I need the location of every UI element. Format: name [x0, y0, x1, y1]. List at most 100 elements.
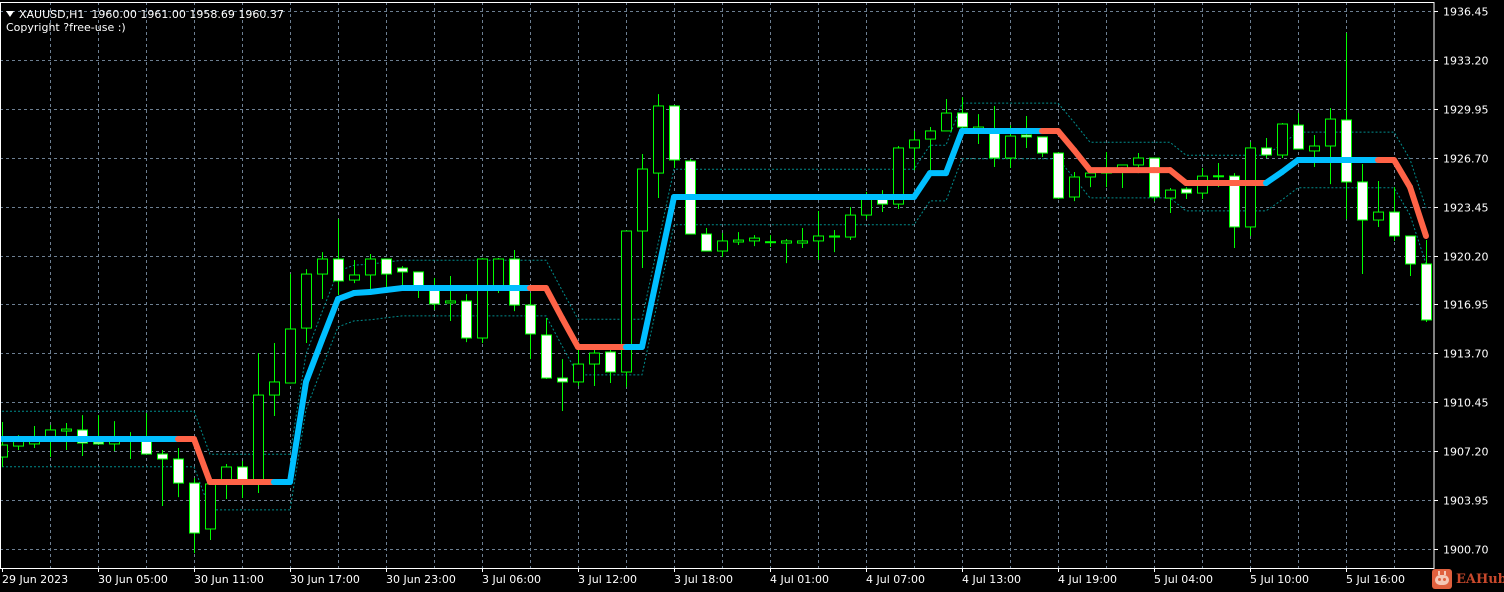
candle-body: [1421, 263, 1432, 321]
price-axis[interactable]: 1936.45 1933.20 1929.95 1926.70 1923.45 1920.…: [1434, 6, 1489, 557]
candle-body: [829, 235, 840, 238]
candle-bullish: [845, 207, 856, 241]
candle-bearish: [1357, 164, 1368, 275]
candle-body: [461, 300, 472, 339]
candle-bearish: [525, 293, 536, 360]
candle-body: [93, 441, 104, 445]
candle-bullish: [349, 260, 360, 284]
candle-bearish: [461, 294, 472, 343]
candle-body: [381, 258, 392, 275]
candle-bullish: [1277, 122, 1288, 159]
candle-bullish: [445, 276, 456, 322]
candle-bullish: [621, 230, 632, 388]
candle-body: [573, 363, 584, 383]
candle-body: [557, 377, 568, 383]
time-label: 30 Jun 17:00: [290, 573, 360, 586]
robot-icon: [1432, 569, 1452, 589]
candle-bearish: [989, 105, 1000, 168]
candle-bullish: [637, 153, 648, 269]
candle-bearish: [557, 359, 568, 412]
candle-body: [1373, 211, 1384, 221]
candle-body: [509, 258, 520, 306]
candle-body: [1261, 147, 1272, 156]
candle-bullish: [365, 254, 376, 291]
candle-body: [1181, 188, 1192, 194]
copyright-text: Copyright ?free-use :): [6, 21, 126, 34]
trend-segment-up: [1279, 156, 1301, 176]
candle-bearish: [605, 350, 616, 384]
candle-body: [749, 237, 760, 242]
candle-bearish: [429, 277, 440, 311]
trend-segment-down: [559, 314, 581, 351]
candle-bullish: [749, 235, 760, 247]
candle-body: [141, 439, 152, 455]
candle-bearish: [381, 258, 392, 291]
candle-bearish: [1405, 235, 1416, 277]
time-label: 29 Jun 2023: [2, 573, 68, 586]
candle-bearish: [1293, 113, 1304, 150]
trend-segment-up: [287, 378, 309, 486]
candle-bearish: [1389, 187, 1400, 241]
dropdown-triangle-icon[interactable]: [6, 11, 14, 17]
candle-bullish: [1245, 142, 1256, 236]
time-label: 5 Jul 16:00: [1346, 573, 1405, 586]
candle-bullish: [317, 252, 328, 300]
trend-segment-down: [191, 435, 213, 486]
candle-body: [941, 112, 952, 132]
time-axis[interactable]: 29 Jun 2023 30 Jun 05:00 30 Jun 11:00 30 Ju…: [2, 568, 1405, 586]
candle-bearish: [1181, 187, 1192, 199]
candle-body: [493, 258, 504, 289]
candle-body: [333, 258, 344, 282]
time-label: 30 Jun 23:00: [386, 573, 456, 586]
candle-bullish: [717, 232, 728, 258]
time-label: 4 Jul 13:00: [962, 573, 1021, 586]
candle-bearish: [141, 412, 152, 455]
candle-body: [717, 240, 728, 252]
trend-segment-down: [543, 285, 565, 321]
trend-segment-down: [1391, 156, 1413, 191]
candle-body: [845, 214, 856, 238]
band-lower: [2, 158, 1427, 511]
price-label: 1923.45: [1443, 202, 1489, 215]
price-label: 1903.95: [1443, 495, 1489, 508]
candle-body: [0, 444, 8, 458]
candle-bearish: [397, 266, 408, 286]
candle-bearish: [77, 415, 88, 456]
candle-body: [349, 274, 360, 281]
candle-bearish: [509, 249, 520, 312]
candle-bullish: [301, 269, 312, 343]
candle-body: [397, 267, 408, 273]
candle-body: [1293, 124, 1304, 150]
candle-body: [701, 233, 712, 252]
candle-body: [653, 105, 664, 174]
price-label: 1929.95: [1443, 104, 1489, 117]
trend-segment-down: [1071, 147, 1093, 174]
price-label: 1920.20: [1443, 251, 1489, 264]
candle-body: [861, 197, 872, 216]
candle-bullish: [765, 235, 776, 247]
candle-body: [525, 304, 536, 335]
candle-body: [1325, 118, 1336, 147]
trend-segment-up: [943, 127, 965, 177]
candle-body: [61, 428, 72, 432]
time-label: 30 Jun 11:00: [194, 573, 264, 586]
candle-bullish: [653, 94, 664, 199]
candle-bullish: [1165, 187, 1176, 213]
time-label: 3 Jul 18:00: [674, 573, 733, 586]
candle-body: [813, 235, 824, 242]
candle-body: [1405, 235, 1416, 265]
price-label: 1913.70: [1443, 348, 1489, 361]
candle-bearish: [1261, 138, 1272, 159]
candle-bullish: [253, 353, 264, 494]
candle-bearish: [957, 97, 968, 131]
candle-bullish: [1373, 181, 1384, 227]
candle-bullish: [589, 350, 600, 387]
candle-bearish: [157, 449, 168, 506]
candle-bearish: [1053, 152, 1064, 199]
candle-bullish: [573, 348, 584, 387]
price-chart[interactable]: 1936.45 1933.20 1929.95 1926.70 1923.45 1920.…: [0, 0, 1504, 592]
candle-body: [605, 351, 616, 373]
price-label: 1916.95: [1443, 299, 1489, 312]
candle-body: [1037, 136, 1048, 154]
candle-bearish: [541, 317, 552, 379]
